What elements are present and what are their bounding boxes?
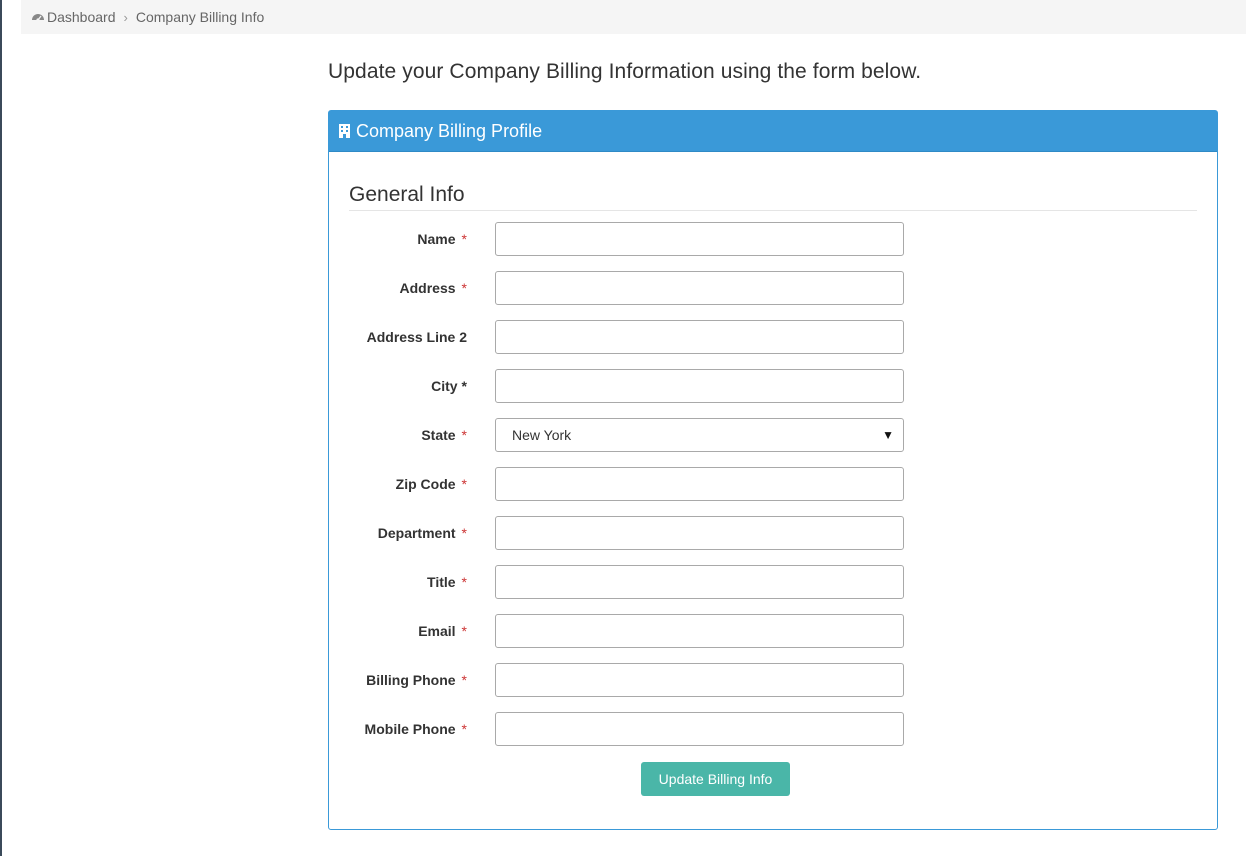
name-input[interactable] <box>495 222 904 256</box>
billing-phone-label: Billing Phone * <box>366 672 467 688</box>
address-input[interactable] <box>495 271 904 305</box>
panel-heading: Company Billing Profile <box>329 111 1217 152</box>
address-line-2-label: Address Line 2 <box>366 329 467 345</box>
required-marker: * <box>461 378 467 394</box>
required-marker: * <box>461 721 467 737</box>
billing-profile-panel: Company Billing Profile General Info Nam… <box>328 110 1218 830</box>
address-line-2-input[interactable] <box>495 320 904 354</box>
billing-phone-input[interactable] <box>495 663 904 697</box>
zip-code-input[interactable] <box>495 467 904 501</box>
state-label: State * <box>421 427 467 443</box>
form-row-mobile-phone: Mobile Phone * <box>329 712 1219 746</box>
breadcrumb-dashboard-link[interactable]: Dashboard <box>47 9 116 25</box>
form-row-billing-phone: Billing Phone * <box>329 663 1219 697</box>
panel-title: Company Billing Profile <box>356 120 543 141</box>
email-input[interactable] <box>495 614 904 648</box>
mobile-phone-label: Mobile Phone * <box>364 721 467 737</box>
required-marker: * <box>461 574 467 590</box>
update-billing-info-button[interactable]: Update Billing Info <box>641 762 790 796</box>
breadcrumb-current: Company Billing Info <box>135 9 265 25</box>
title-label: Title * <box>427 574 467 590</box>
form-row-zip-code: Zip Code * <box>329 467 1219 501</box>
department-label: Department * <box>377 525 467 541</box>
state-select[interactable]: New York ▼ <box>495 418 904 452</box>
address-label: Address * <box>399 280 467 296</box>
dashboard-icon <box>32 14 44 22</box>
building-icon <box>339 124 350 138</box>
required-marker: * <box>461 476 467 492</box>
form-row-department: Department * <box>329 516 1219 550</box>
form-row-address-line-2: Address Line 2 <box>329 320 1219 354</box>
form-row-city: City * <box>329 369 1219 403</box>
city-input[interactable] <box>495 369 904 403</box>
form-row-name: Name * <box>329 222 1219 256</box>
dropdown-caret-icon: ▼ <box>882 428 894 442</box>
zip-code-label: Zip Code * <box>395 476 467 492</box>
required-marker: * <box>461 525 467 541</box>
department-input[interactable] <box>495 516 904 550</box>
form-row-state: State * New York ▼ <box>329 418 1219 452</box>
breadcrumb: Dashboard › Company Billing Info <box>21 0 1246 34</box>
required-marker: * <box>461 427 467 443</box>
form-row-title: Title * <box>329 565 1219 599</box>
email-label: Email * <box>418 623 467 639</box>
title-input[interactable] <box>495 565 904 599</box>
section-title-general-info: General Info <box>349 183 1197 211</box>
name-label: Name * <box>417 231 467 247</box>
left-border <box>0 0 2 856</box>
form-row-email: Email * <box>329 614 1219 648</box>
required-marker: * <box>461 623 467 639</box>
mobile-phone-input[interactable] <box>495 712 904 746</box>
required-marker: * <box>461 672 467 688</box>
state-selected-value: New York <box>512 427 572 443</box>
required-marker: * <box>461 280 467 296</box>
required-marker: * <box>461 231 467 247</box>
breadcrumb-separator: › <box>123 9 128 25</box>
page-intro: Update your Company Billing Information … <box>328 60 922 83</box>
city-label: City * <box>431 378 467 394</box>
form-row-address: Address * <box>329 271 1219 305</box>
